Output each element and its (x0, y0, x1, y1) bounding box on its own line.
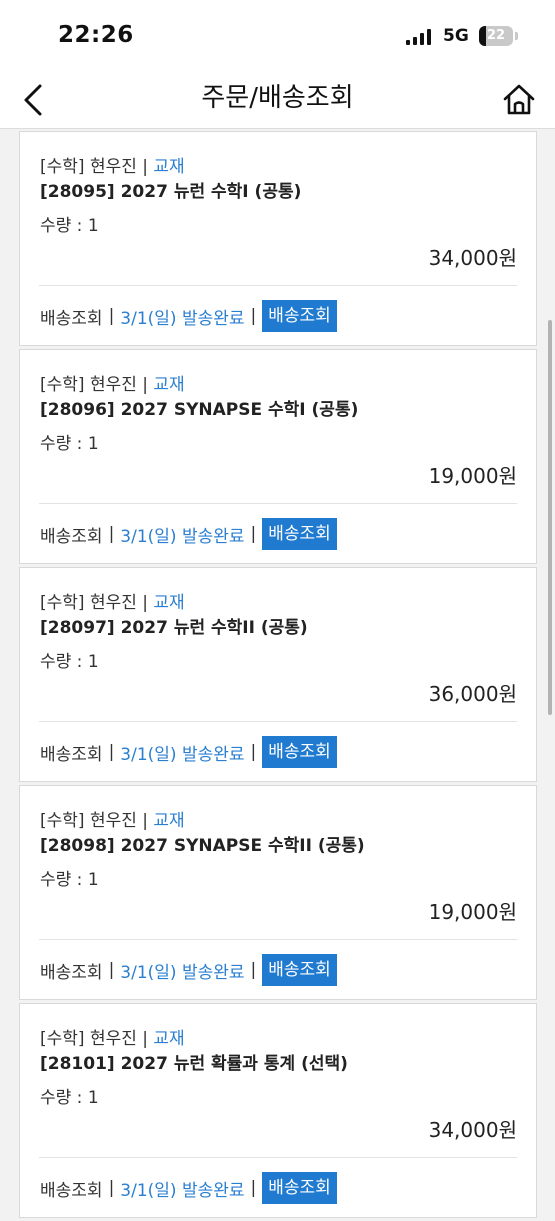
track-shipment-button[interactable]: 배송조회 (262, 518, 337, 550)
meta-separator: | (142, 375, 149, 395)
track-shipment-button[interactable]: 배송조회 (262, 736, 337, 768)
order-meta: [수학] 현우진 | 교재 (40, 1024, 185, 1049)
shipping-separator: | (250, 524, 257, 544)
shipping-label: 배송조회 (40, 962, 103, 983)
battery-icon: 22 (479, 26, 519, 46)
order-meta: [수학] 현우진 | 교재 (40, 588, 185, 613)
product-type-link[interactable]: 교재 (153, 375, 184, 395)
order-meta: [수학] 현우진 | 교재 (40, 152, 185, 177)
shipping-separator: | (108, 306, 115, 326)
card-divider (39, 503, 517, 504)
meta-separator: | (142, 157, 149, 177)
product-type-link[interactable]: 교재 (153, 811, 184, 831)
product-type-link[interactable]: 교재 (153, 157, 184, 177)
shipping-row: 배송조회 | 3/1(일) 발송완료 | 배송조회 (40, 736, 337, 768)
quantity-text: 수량 : 1 (40, 216, 99, 236)
teacher-name: 현우진 (89, 593, 137, 613)
quantity-text: 수량 : 1 (40, 870, 99, 890)
track-shipment-button[interactable]: 배송조회 (262, 954, 337, 986)
subject-label: [수학] (40, 1029, 85, 1049)
home-icon (503, 84, 535, 115)
battery-level: 22 (486, 28, 506, 43)
shipping-separator: | (250, 306, 257, 326)
quantity-text: 수량 : 1 (40, 434, 99, 454)
meta-separator: | (142, 1029, 149, 1049)
order-card: [수학] 현우진 | 교재 [28098] 2027 SYNAPSE 수학II … (19, 785, 537, 1000)
card-divider (39, 1157, 517, 1158)
shipping-separator: | (250, 1178, 257, 1198)
teacher-name: 현우진 (89, 811, 137, 831)
price-text: 19,000원 (428, 900, 517, 924)
shipping-label: 배송조회 (40, 744, 103, 765)
subject-label: [수학] (40, 157, 85, 177)
card-divider (39, 721, 517, 722)
shipping-separator: | (250, 742, 257, 762)
shipping-row: 배송조회 | 3/1(일) 발송완료 | 배송조회 (40, 300, 337, 332)
shipping-separator: | (108, 960, 115, 980)
order-meta: [수학] 현우진 | 교재 (40, 806, 185, 831)
network-label: 5G (443, 26, 469, 46)
product-title[interactable]: [28097] 2027 뉴런 수학II (공통) (40, 613, 308, 638)
back-button[interactable] (14, 78, 58, 122)
shipping-row: 배송조회 | 3/1(일) 발송완료 | 배송조회 (40, 518, 337, 550)
product-type-link[interactable]: 교재 (153, 1029, 184, 1049)
signal-icon (406, 29, 431, 45)
card-divider (39, 285, 517, 286)
order-list: [수학] 현우진 | 교재 [28095] 2027 뉴런 수학I (공통) 수… (19, 131, 537, 1221)
track-shipment-button[interactable]: 배송조회 (262, 1172, 337, 1204)
page-title: 주문/배송조회 (201, 83, 354, 113)
shipping-separator: | (108, 1178, 115, 1198)
price-text: 34,000원 (428, 246, 517, 270)
shipping-separator: | (250, 960, 257, 980)
meta-separator: | (142, 593, 149, 613)
shipping-label: 배송조회 (40, 308, 103, 329)
product-type-link[interactable]: 교재 (153, 593, 184, 613)
product-title[interactable]: [28101] 2027 뉴런 확률과 통계 (선택) (40, 1049, 348, 1074)
shipping-status: 3/1(일) 발송완료 (120, 308, 245, 329)
shipping-status: 3/1(일) 발송완료 (120, 526, 245, 547)
shipping-separator: | (108, 524, 115, 544)
teacher-name: 현우진 (89, 157, 137, 177)
price-text: 34,000원 (428, 1118, 517, 1142)
order-card: [수학] 현우진 | 교재 [28096] 2027 SYNAPSE 수학I (… (19, 349, 537, 564)
order-card: [수학] 현우진 | 교재 [28095] 2027 뉴런 수학I (공통) 수… (19, 131, 537, 346)
shipping-label: 배송조회 (40, 526, 103, 547)
shipping-row: 배송조회 | 3/1(일) 발송완료 | 배송조회 (40, 1172, 337, 1204)
subject-label: [수학] (40, 811, 85, 831)
chevron-left-icon (24, 84, 42, 116)
teacher-name: 현우진 (89, 375, 137, 395)
shipping-status: 3/1(일) 발송완료 (120, 744, 245, 765)
product-title[interactable]: [28095] 2027 뉴런 수학I (공통) (40, 177, 301, 202)
order-card: [수학] 현우진 | 교재 [28101] 2027 뉴런 확률과 통계 (선택… (19, 1003, 537, 1218)
teacher-name: 현우진 (89, 1029, 137, 1049)
subject-label: [수학] (40, 593, 85, 613)
card-divider (39, 939, 517, 940)
track-shipment-button[interactable]: 배송조회 (262, 300, 337, 332)
product-title[interactable]: [28096] 2027 SYNAPSE 수학I (공통) (40, 395, 358, 420)
shipping-label: 배송조회 (40, 1180, 103, 1201)
shipping-status: 3/1(일) 발송완료 (120, 1180, 245, 1201)
quantity-text: 수량 : 1 (40, 652, 99, 672)
shipping-separator: | (108, 742, 115, 762)
meta-separator: | (142, 811, 149, 831)
status-time: 22:26 (58, 22, 134, 48)
price-text: 19,000원 (428, 464, 517, 488)
quantity-text: 수량 : 1 (40, 1088, 99, 1108)
order-card: [수학] 현우진 | 교재 [28097] 2027 뉴런 수학II (공통) … (19, 567, 537, 782)
nav-bar: 주문/배송조회 (0, 72, 555, 129)
price-text: 36,000원 (428, 682, 517, 706)
shipping-status: 3/1(일) 발송완료 (120, 962, 245, 983)
status-bar: 22:26 5G 22 (0, 0, 555, 72)
home-button[interactable] (499, 80, 539, 120)
subject-label: [수학] (40, 375, 85, 395)
product-title[interactable]: [28098] 2027 SYNAPSE 수학II (공통) (40, 831, 365, 856)
scrollbar[interactable] (548, 320, 552, 715)
shipping-row: 배송조회 | 3/1(일) 발송완료 | 배송조회 (40, 954, 337, 986)
order-meta: [수학] 현우진 | 교재 (40, 370, 185, 395)
